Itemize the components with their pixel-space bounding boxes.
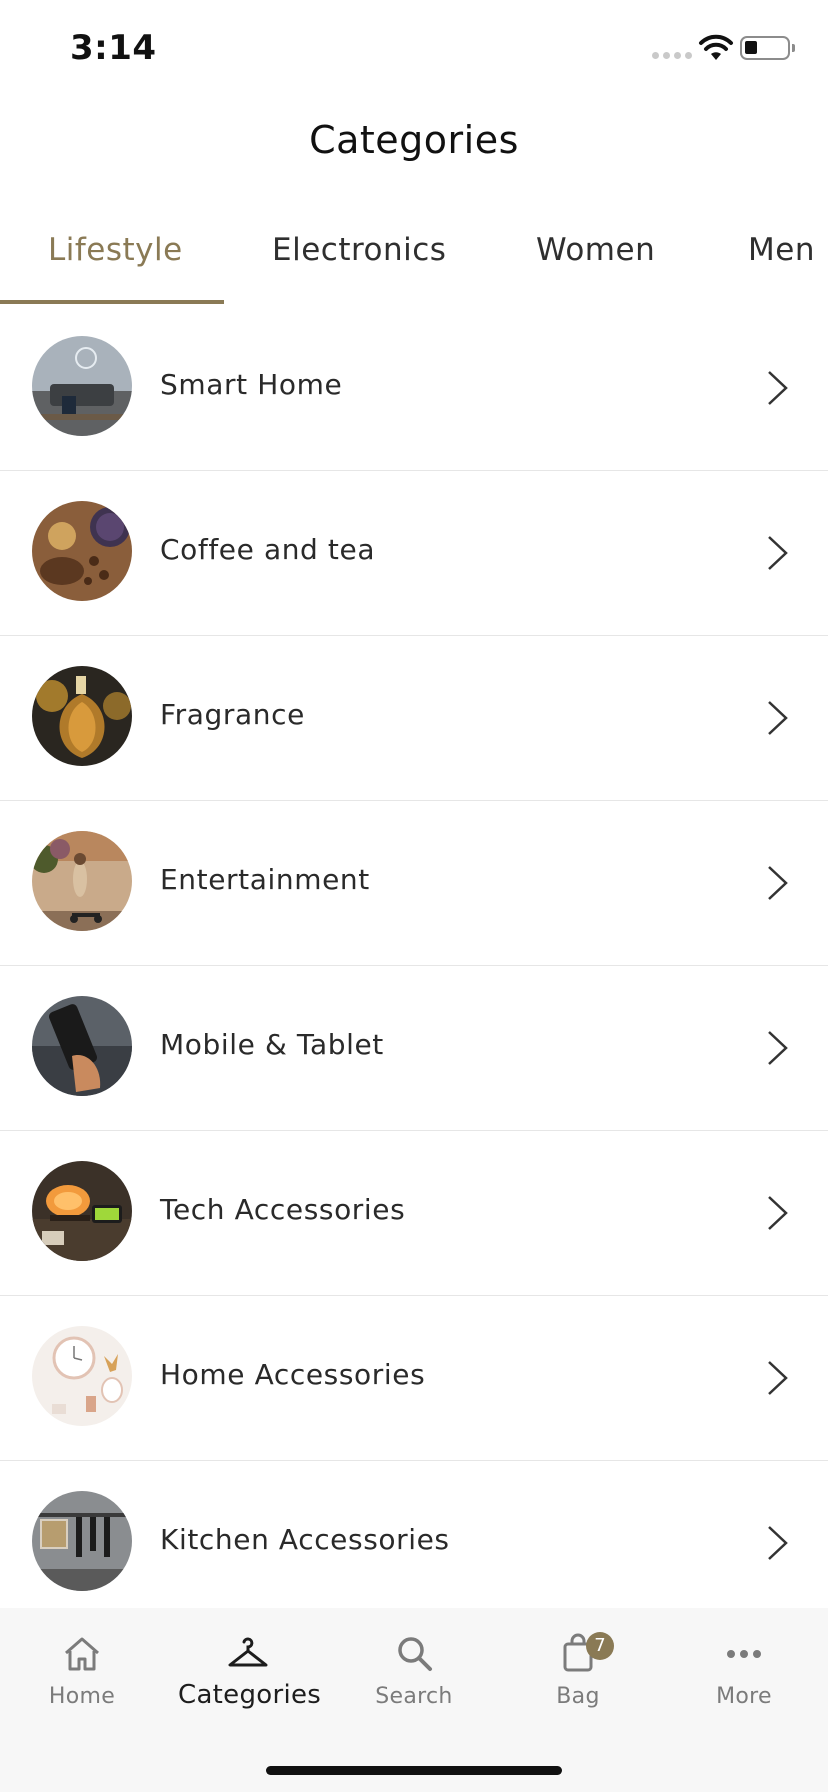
status-bar: 3:14 — [0, 0, 828, 100]
chevron-right-icon — [768, 536, 788, 570]
category-tabs: Lifestyle Electronics Women Men — [0, 200, 828, 305]
tabbar-home[interactable]: Home — [12, 1632, 152, 1709]
chevron-right-icon — [768, 866, 788, 900]
categories-screen: 3:14 Categories Lifestyle Electronics Wo… — [0, 0, 828, 1792]
home-icon — [65, 1637, 99, 1671]
home-indicator[interactable] — [266, 1766, 562, 1775]
entertainment-thumbnail — [32, 831, 132, 931]
chevron-right-icon — [768, 1196, 788, 1230]
category-label: Entertainment — [160, 863, 370, 896]
category-row-mobile-tablet[interactable]: Mobile & Tablet — [0, 966, 828, 1131]
more-icon — [727, 1650, 761, 1658]
page-title: Categories — [309, 118, 519, 162]
tabbar-label: More — [716, 1684, 772, 1709]
mobile-tablet-thumbnail — [32, 996, 132, 1096]
tabbar-categories[interactable]: Categories — [178, 1632, 322, 1710]
category-label: Mobile & Tablet — [160, 1028, 384, 1061]
chevron-right-icon — [768, 1031, 788, 1065]
tabbar-label: Search — [375, 1684, 453, 1709]
chevron-right-icon — [768, 371, 788, 405]
category-row-smart-home[interactable]: Smart Home — [0, 306, 828, 471]
category-list: Smart Home Coffee and tea Fragrance Ente… — [0, 306, 828, 1626]
category-label: Fragrance — [160, 698, 305, 731]
tab-electronics[interactable]: Electronics — [272, 232, 446, 268]
category-row-entertainment[interactable]: Entertainment — [0, 801, 828, 966]
category-row-fragrance[interactable]: Fragrance — [0, 636, 828, 801]
chevron-right-icon — [768, 1361, 788, 1395]
coffee-tea-thumbnail — [32, 501, 132, 601]
tabbar-label: Categories — [178, 1680, 322, 1710]
category-row-tech-accessories[interactable]: Tech Accessories — [0, 1131, 828, 1296]
status-time: 3:14 — [70, 28, 157, 68]
tab-men[interactable]: Men — [748, 232, 815, 268]
chevron-right-icon — [768, 701, 788, 735]
bottom-tab-bar: Home Categories Search 7 Bag More — [0, 1608, 828, 1792]
tabbar-search[interactable]: Search — [344, 1632, 484, 1709]
category-row-home-accessories[interactable]: Home Accessories — [0, 1296, 828, 1461]
tab-lifestyle[interactable]: Lifestyle — [48, 232, 183, 268]
bag-count-badge: 7 — [586, 1632, 614, 1660]
home-accessories-thumbnail — [32, 1326, 132, 1426]
category-label: Coffee and tea — [160, 533, 376, 566]
search-icon — [398, 1637, 432, 1671]
wifi-icon — [699, 34, 733, 60]
active-tab-indicator — [0, 300, 224, 304]
category-row-kitchen-accessories[interactable]: Kitchen Accessories — [0, 1461, 828, 1626]
cellular-signal-icon — [652, 52, 692, 59]
fragrance-thumbnail — [32, 666, 132, 766]
category-label: Tech Accessories — [160, 1193, 406, 1226]
category-label: Smart Home — [160, 368, 343, 401]
category-row-coffee-and-tea[interactable]: Coffee and tea — [0, 471, 828, 636]
smart-home-thumbnail — [32, 336, 132, 436]
kitchen-accessories-thumbnail — [32, 1491, 132, 1591]
tabbar-label: Bag — [556, 1684, 600, 1709]
chevron-right-icon — [768, 1526, 788, 1560]
hanger-icon — [228, 1637, 268, 1667]
tabbar-more[interactable]: More — [674, 1632, 814, 1709]
tech-accessories-thumbnail — [32, 1161, 132, 1261]
battery-icon — [740, 36, 795, 60]
category-label: Kitchen Accessories — [160, 1523, 450, 1556]
tab-women[interactable]: Women — [536, 232, 655, 268]
category-label: Home Accessories — [160, 1358, 426, 1391]
tabbar-label: Home — [48, 1684, 116, 1709]
tabbar-bag[interactable]: 7 Bag — [508, 1632, 648, 1709]
